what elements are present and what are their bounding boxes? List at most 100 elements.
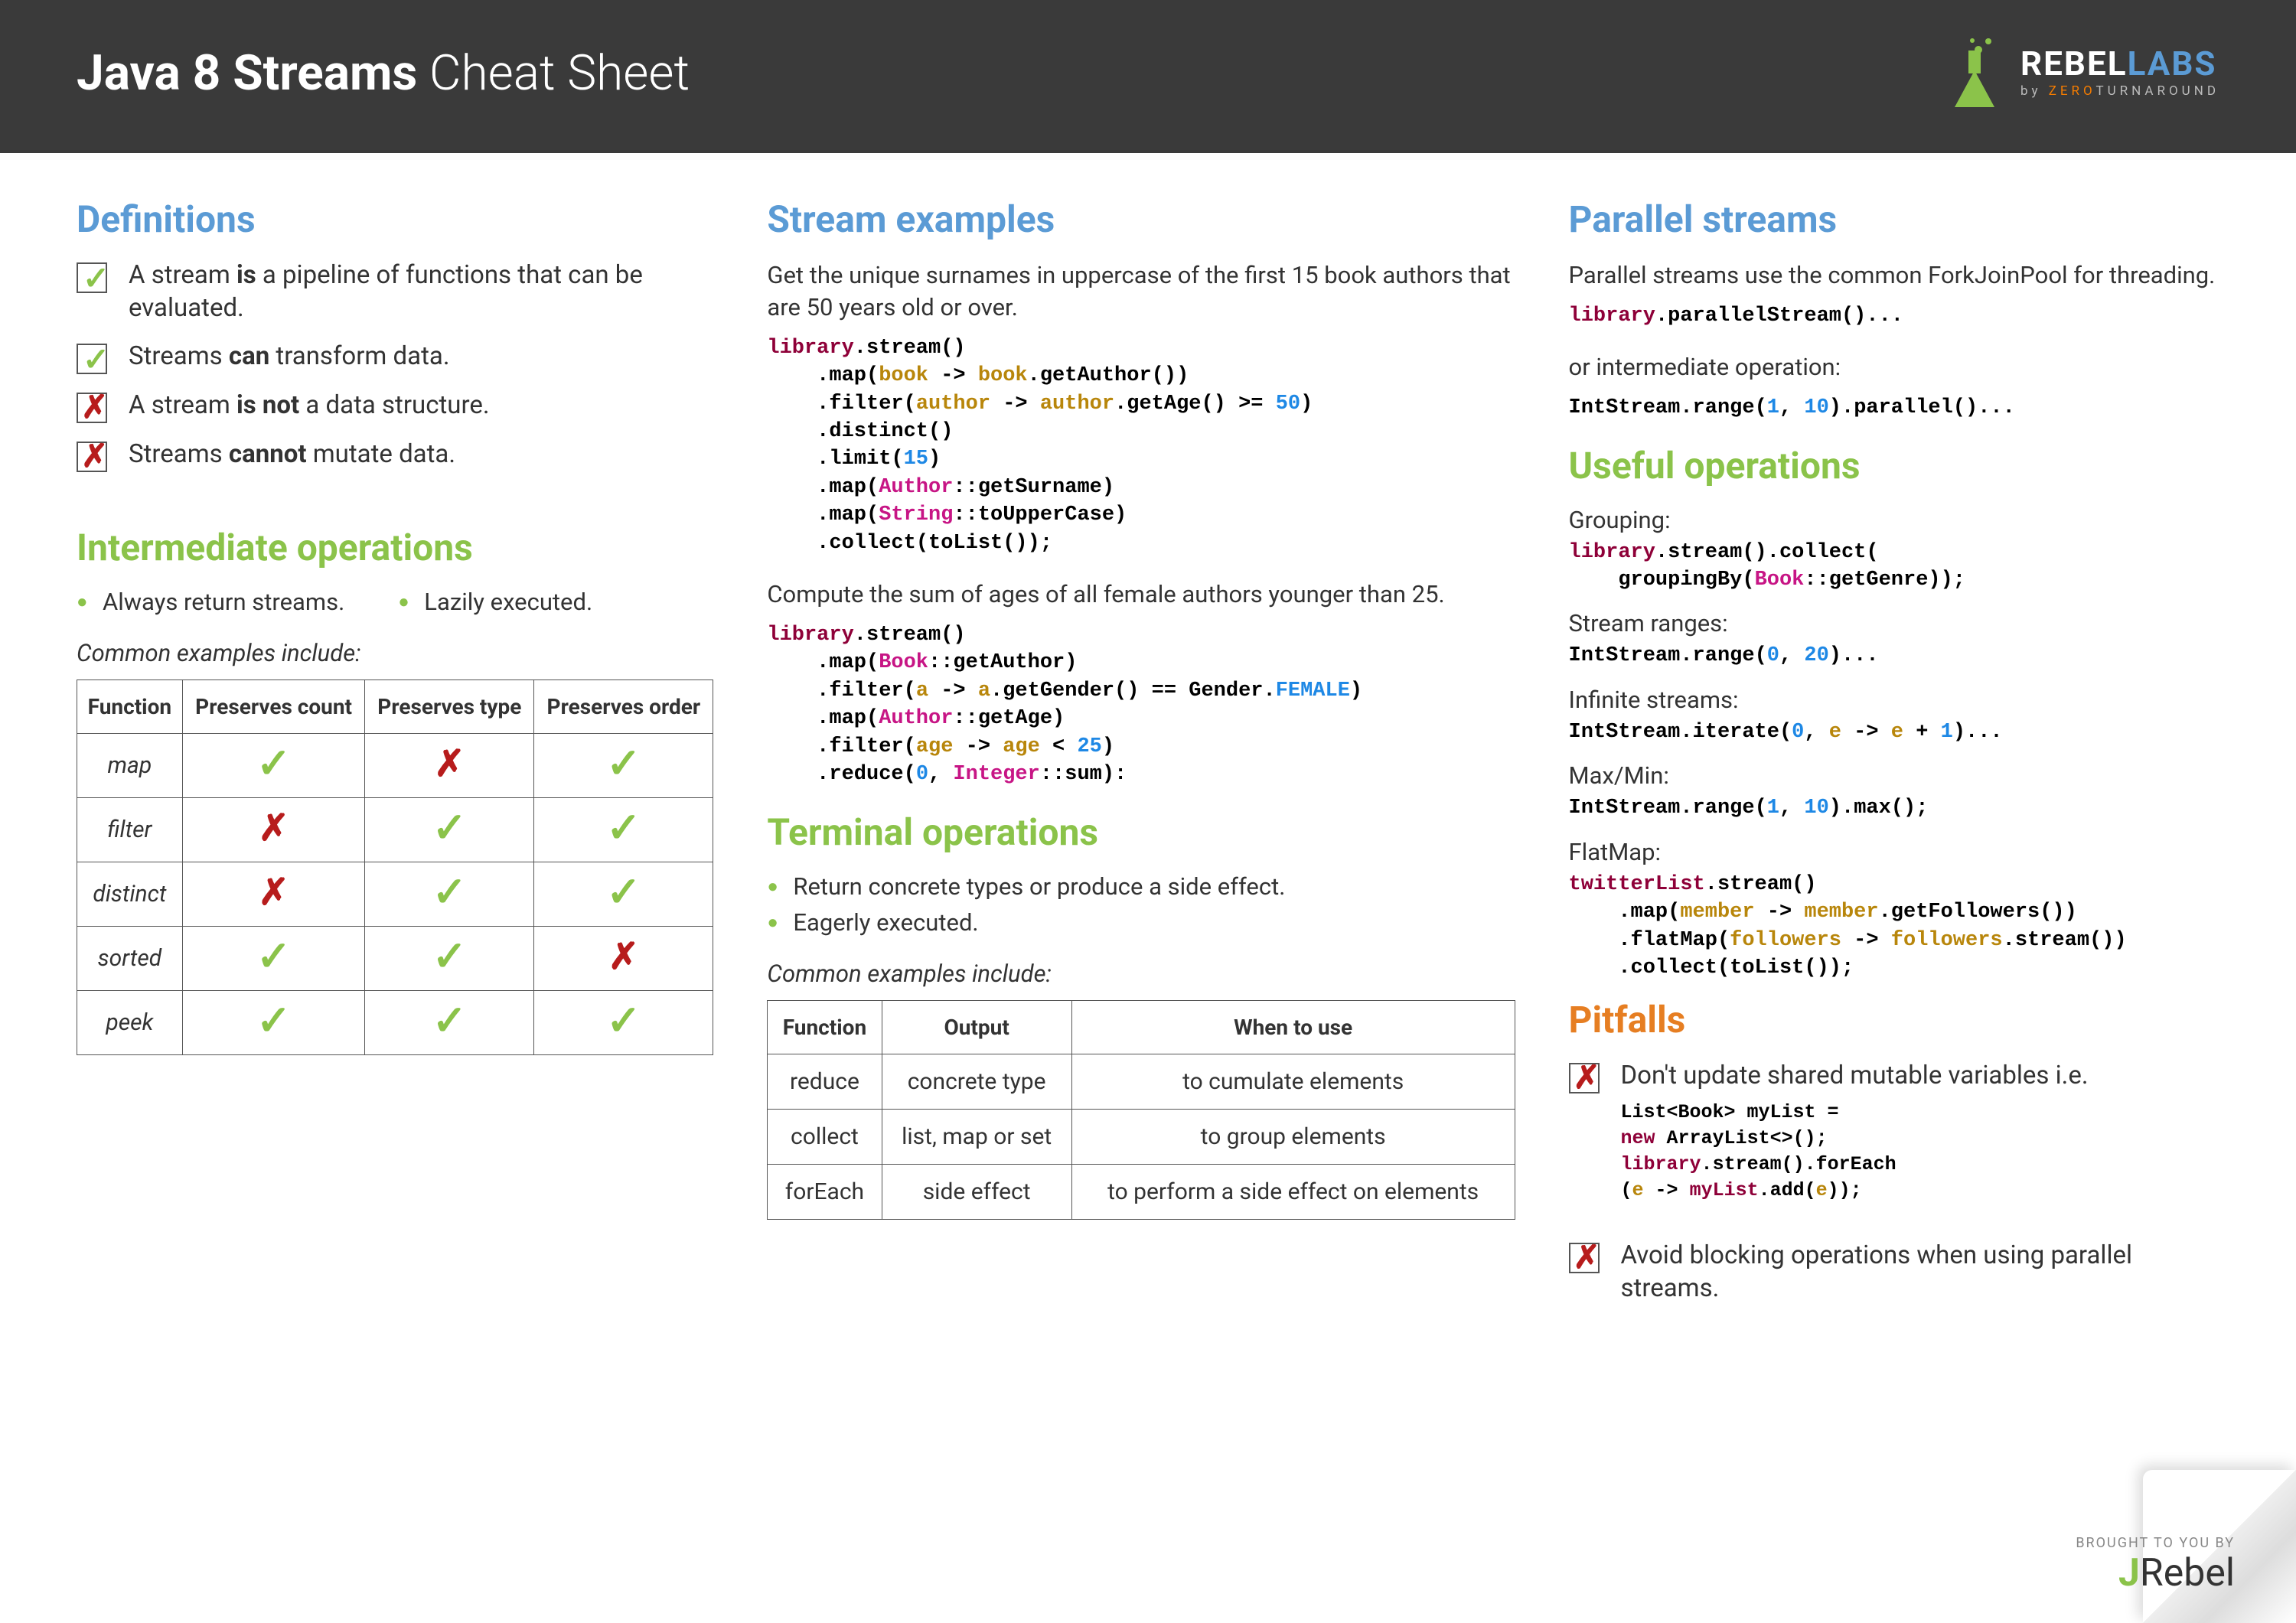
table-cell: ✗ bbox=[365, 734, 534, 798]
table-cell: to group elements bbox=[1071, 1110, 1515, 1165]
table-cell: side effect bbox=[882, 1165, 1071, 1220]
definition-text: Streams can transform data. bbox=[129, 341, 450, 373]
example2-code: library.stream() .map(Book::getAuthor) .… bbox=[767, 621, 1515, 789]
table-cell: ✓ bbox=[365, 798, 534, 862]
logo-text: REBELLABS bbox=[2020, 47, 2219, 80]
table-cell-function: filter bbox=[77, 798, 183, 862]
table-header: Output bbox=[882, 1000, 1071, 1054]
table-cell: ✓ bbox=[182, 991, 365, 1055]
example2-desc: Compute the sum of ages of all female au… bbox=[767, 578, 1515, 611]
table-header: When to use bbox=[1071, 1000, 1515, 1054]
page-title: Java 8 Streams Cheat Sheet bbox=[77, 44, 690, 102]
table-row: sorted✓✓✗ bbox=[77, 927, 713, 991]
title-bold: Java 8 Streams bbox=[77, 44, 417, 102]
intermediate-table: FunctionPreserves countPreserves typePre… bbox=[77, 680, 713, 1056]
x-icon: ✗ bbox=[77, 442, 107, 472]
pitfall-item: ✗ Avoid blocking operations when using pa… bbox=[1569, 1240, 2219, 1305]
parallel-desc2: or intermediate operation: bbox=[1569, 351, 2219, 383]
table-row: distinct✗✓✓ bbox=[77, 862, 713, 927]
definition-item: ✗ A stream is not a data structure. bbox=[77, 389, 713, 423]
pitfall-text: Don't update shared mutable variables i.… bbox=[1621, 1060, 2089, 1093]
logo: REBELLABS by ZEROTURNAROUND bbox=[1947, 38, 2219, 107]
table-header: Function bbox=[768, 1000, 882, 1054]
operation-code: twitterList.stream() .map(member -> memb… bbox=[1569, 871, 2219, 983]
footer-jrebel: JRebel bbox=[2076, 1551, 2235, 1595]
table-cell: list, map or set bbox=[882, 1110, 1071, 1165]
table-cell: ✗ bbox=[182, 798, 365, 862]
table-cell: ✓ bbox=[534, 862, 713, 927]
table-cell-function: sorted bbox=[77, 927, 183, 991]
definition-text: Streams cannot mutate data. bbox=[129, 438, 455, 471]
definition-text: A stream is not a data structure. bbox=[129, 389, 490, 422]
heading-useful: Useful operations bbox=[1569, 444, 2219, 487]
example1-desc: Get the unique surnames in uppercase of … bbox=[767, 259, 1515, 324]
table-row: forEachside effectto perform a side effe… bbox=[768, 1165, 1515, 1220]
table-row: reduceconcrete typeto cumulate elements bbox=[768, 1054, 1515, 1110]
operation-label: Grouping: bbox=[1569, 506, 2219, 534]
flask-icon bbox=[1947, 38, 2008, 107]
table-cell: ✗ bbox=[534, 927, 713, 991]
table-cell: ✓ bbox=[534, 798, 713, 862]
table-cell-function: map bbox=[77, 734, 183, 798]
intermediate-subhead: Common examples include: bbox=[77, 639, 713, 667]
table-cell: ✓ bbox=[534, 991, 713, 1055]
pitfall-text: Avoid blocking operations when using par… bbox=[1621, 1240, 2219, 1305]
intermediate-bullets: Always return streams.Lazily executed. bbox=[77, 588, 713, 616]
pitfall-item: ✗ Don't update shared mutable variables i… bbox=[1569, 1060, 2219, 1225]
table-cell: ✗ bbox=[182, 862, 365, 927]
bullet-item: Return concrete types or produce a side … bbox=[767, 872, 1515, 901]
table-row: map✓✗✓ bbox=[77, 734, 713, 798]
table-cell: collect bbox=[768, 1110, 882, 1165]
operation-code: IntStream.range(0, 20)... bbox=[1569, 642, 2219, 670]
bullet-item: Lazily executed. bbox=[398, 588, 592, 616]
operation-label: Max/Min: bbox=[1569, 761, 2219, 790]
table-cell: to cumulate elements bbox=[1071, 1054, 1515, 1110]
heading-pitfalls: Pitfalls bbox=[1569, 998, 2219, 1041]
x-icon: ✗ bbox=[1569, 1243, 1600, 1273]
table-header: Preserves type bbox=[365, 680, 534, 734]
table-cell: to perform a side effect on elements bbox=[1071, 1165, 1515, 1220]
footer-brought: BROUGHT TO YOU BY bbox=[2076, 1535, 2235, 1551]
parallel-code2: IntStream.range(1, 10).parallel()... bbox=[1569, 394, 2219, 422]
definition-item: ✓ Streams can transform data. bbox=[77, 341, 713, 374]
table-cell-function: distinct bbox=[77, 862, 183, 927]
terminal-bullets: Return concrete types or produce a side … bbox=[767, 872, 1515, 937]
definition-text: A stream is a pipeline of functions that… bbox=[129, 259, 713, 325]
table-header: Preserves count bbox=[182, 680, 365, 734]
definitions-list: ✓ A stream is a pipeline of functions tha… bbox=[77, 259, 713, 472]
operation-code: IntStream.iterate(0, e -> e + 1)... bbox=[1569, 719, 2219, 746]
pitfall-code: List<Book> myList = new ArrayList<>(); l… bbox=[1621, 1100, 2089, 1203]
heading-definitions: Definitions bbox=[77, 197, 713, 241]
logo-subtitle: by ZEROTURNAROUND bbox=[2020, 83, 2219, 99]
operation-label: Stream ranges: bbox=[1569, 609, 2219, 637]
table-row: collectlist, map or setto group elements bbox=[768, 1110, 1515, 1165]
heading-intermediate: Intermediate operations bbox=[77, 526, 713, 569]
definition-item: ✗ Streams cannot mutate data. bbox=[77, 438, 713, 472]
heading-parallel: Parallel streams bbox=[1569, 197, 2219, 241]
table-cell: concrete type bbox=[882, 1054, 1071, 1110]
table-cell: ✓ bbox=[365, 862, 534, 927]
table-cell: ✓ bbox=[365, 991, 534, 1055]
table-cell: forEach bbox=[768, 1165, 882, 1220]
x-icon: ✗ bbox=[77, 393, 107, 423]
parallel-desc1: Parallel streams use the common ForkJoin… bbox=[1569, 259, 2219, 292]
logo-rebel: REBEL bbox=[2020, 44, 2128, 83]
table-row: peek✓✓✓ bbox=[77, 991, 713, 1055]
operation-code: library.stream().collect( groupingBy(Boo… bbox=[1569, 539, 2219, 595]
bullet-item: Eagerly executed. bbox=[767, 908, 1515, 937]
table-cell: ✓ bbox=[182, 734, 365, 798]
operation-label: FlatMap: bbox=[1569, 838, 2219, 866]
operation-label: Infinite streams: bbox=[1569, 686, 2219, 714]
check-icon: ✓ bbox=[77, 344, 107, 374]
title-light: Cheat Sheet bbox=[417, 44, 690, 102]
logo-labs: LABS bbox=[2128, 44, 2217, 83]
table-header: Preserves order bbox=[534, 680, 713, 734]
terminal-table: FunctionOutputWhen to use reduceconcrete… bbox=[767, 1000, 1515, 1221]
footer: BROUGHT TO YOU BY JRebel bbox=[2076, 1535, 2235, 1595]
table-cell-function: peek bbox=[77, 991, 183, 1055]
table-row: filter✗✓✓ bbox=[77, 798, 713, 862]
table-cell: ✓ bbox=[365, 927, 534, 991]
table-cell: ✓ bbox=[534, 734, 713, 798]
table-cell: ✓ bbox=[182, 927, 365, 991]
x-icon: ✗ bbox=[1569, 1063, 1600, 1093]
